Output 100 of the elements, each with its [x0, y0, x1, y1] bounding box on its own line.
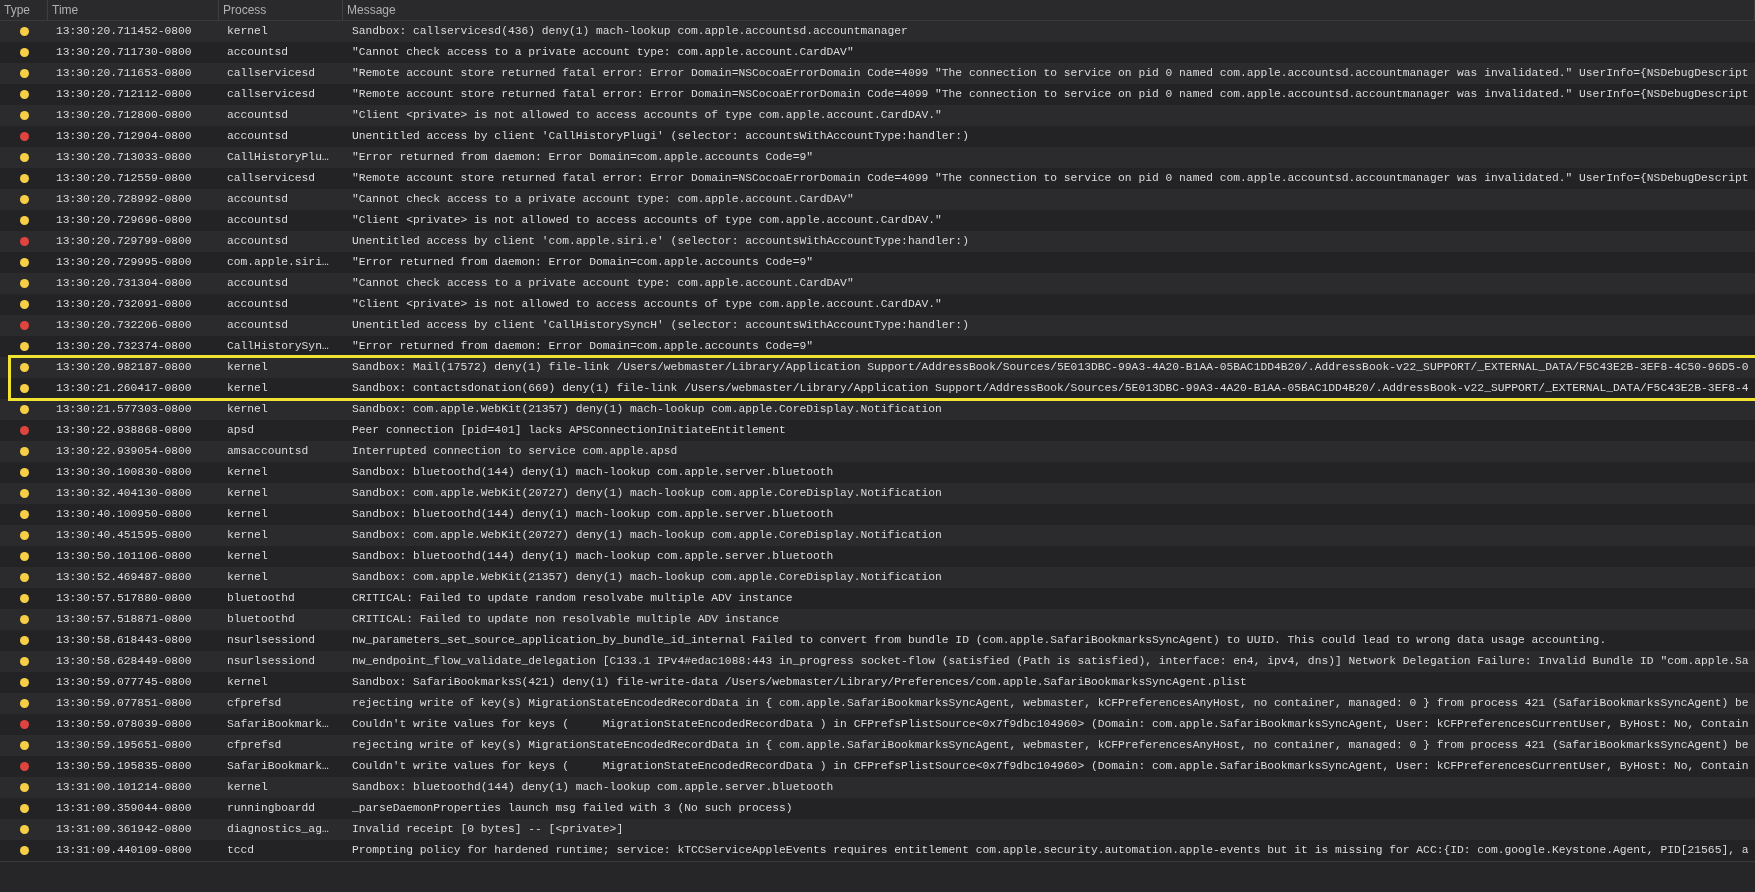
log-row[interactable]: 13:30:22.939054-0800 amsaccountsd Interrupted connection to service com.apple.apsd — [0, 441, 1755, 462]
process-cell: accountsd — [227, 130, 288, 143]
time-cell: 13:30:59.195651-0800 — [56, 739, 192, 752]
process-cell: accountsd — [227, 214, 288, 227]
time-cell: 13:30:20.732206-0800 — [56, 319, 192, 332]
process-cell: callservicesd — [227, 67, 316, 80]
message-cell: Sandbox: com.apple.WebKit(20727) deny(1) mach-lookup com.apple.CoreDisplay.Notification — [352, 487, 942, 500]
message-cell: Sandbox: com.apple.WebKit(21357) deny(1) mach-lookup com.apple.CoreDisplay.Notification — [352, 403, 942, 416]
time-cell: 13:30:20.731304-0800 — [56, 277, 192, 290]
message-cell: Unentitled access by client 'CallHistorySyncH' (selector: accountsWithAccountType:handler:) — [352, 319, 969, 332]
log-row[interactable]: 13:30:40.451595-0800 kernel Sandbox: com.apple.WebKit(20727) deny(1) mach-lookup com.apple.CoreDisplay.Notification — [0, 525, 1755, 546]
log-row[interactable]: 13:31:00.101214-0800 kernel Sandbox: bluetoothd(144) deny(1) mach-lookup com.apple.server.bluetooth — [0, 777, 1755, 798]
log-row[interactable]: 13:30:20.713033-0800 CallHistoryPlu… "Error returned from daemon: Error Domain=com.apple.accounts Code=9" — [0, 147, 1755, 168]
log-row[interactable]: 13:30:20.729799-0800 accountsd Unentitled access by client 'com.apple.siri.e' (selector: accountsWithAccountType:handler:) — [0, 231, 1755, 252]
process-cell: com.apple.siri… — [227, 256, 329, 269]
process-cell: nsurlsessiond — [227, 634, 316, 647]
process-cell: kernel — [227, 550, 268, 563]
time-cell: 13:30:20.711653-0800 — [56, 67, 192, 80]
process-cell: accountsd — [227, 235, 288, 248]
column-header[interactable]: Message — [347, 1, 396, 19]
time-cell: 13:30:58.628449-0800 — [56, 655, 192, 668]
message-cell: Interrupted connection to service com.apple.apsd — [352, 445, 678, 458]
process-cell: accountsd — [227, 46, 288, 59]
time-cell: 13:30:20.732374-0800 — [56, 340, 192, 353]
log-row[interactable] — [0, 357, 1755, 378]
column-header[interactable]: Process — [223, 1, 267, 19]
process-cell: cfprefsd — [227, 739, 282, 752]
time-cell: 13:31:09.440109-0800 — [56, 844, 192, 857]
message-cell: "Error returned from daemon: Error Domain=com.apple.accounts Code=9" — [352, 151, 813, 164]
message-cell: Peer connection [pid=401] lacks APSConnectionInitiateEntitlement — [352, 424, 786, 437]
log-row[interactable] — [0, 693, 1755, 714]
message-cell: rejecting write of key(s) MigrationStateEncodedRecordData in { com.apple.SafariBookmarksSyncAgent, webmaster, kCFPreferencesAnyHost, no container, managed: 0 } from process 421 (SafariBookmarksSyncAgent) be — [352, 739, 1749, 752]
log-row[interactable]: 13:30:32.404130-0800 kernel Sandbox: com.apple.WebKit(20727) deny(1) mach-lookup com.apple.CoreDisplay.Notification — [0, 483, 1755, 504]
message-cell: "Error returned from daemon: Error Domain=com.apple.accounts Code=9" — [352, 256, 813, 269]
message-cell: Sandbox: com.apple.WebKit(20727) deny(1) mach-lookup com.apple.CoreDisplay.Notification — [352, 529, 942, 542]
column-header[interactable]: Type — [4, 1, 30, 19]
log-row[interactable]: 13:30:20.728992-0800 accountsd "Cannot check access to a private account type: com.apple.account.CardDAV" — [0, 189, 1755, 210]
time-cell: 13:30:20.713033-0800 — [56, 151, 192, 164]
log-row[interactable]: 13:30:20.731304-0800 accountsd "Cannot check access to a private account type: com.apple.account.CardDAV" — [0, 273, 1755, 294]
log-row[interactable]: 13:30:20.732206-0800 accountsd Unentitled access by client 'CallHistorySyncH' (selector: accountsWithAccountType:handler:) — [0, 315, 1755, 336]
process-cell: amsaccountsd — [227, 445, 309, 458]
time-cell: 13:30:32.404130-0800 — [56, 487, 192, 500]
log-row[interactable] — [0, 735, 1755, 756]
process-cell: SafariBookmark… — [227, 718, 329, 731]
time-cell: 13:30:59.077745-0800 — [56, 676, 192, 689]
time-cell: 13:30:20.711452-0800 — [56, 25, 192, 38]
time-cell: 13:30:59.195835-0800 — [56, 760, 192, 773]
process-cell: accountsd — [227, 298, 288, 311]
log-row[interactable]: 13:30:20.711452-0800 kernel Sandbox: callservicesd(436) deny(1) mach-lookup com.apple.accountsd.accountmanager — [0, 21, 1755, 42]
log-row[interactable]: 13:30:21.577303-0800 kernel Sandbox: com.apple.WebKit(21357) deny(1) mach-lookup com.apple.CoreDisplay.Notification — [0, 399, 1755, 420]
log-row[interactable]: 13:30:20.712800-0800 accountsd "Client <private> is not allowed to access accounts of type com.apple.account.CardDAV." — [0, 105, 1755, 126]
time-cell: 13:30:40.451595-0800 — [56, 529, 192, 542]
message-cell: "Remote account store returned fatal error: Error Domain=NSCocoaErrorDomain Code=4099 "The connection to service on pid 0 named com.apple.accountsd.accountmanager was invalidated." UserInfo={NSDebugDescript — [352, 67, 1749, 80]
message-cell: Sandbox: bluetoothd(144) deny(1) mach-lookup com.apple.server.bluetooth — [352, 508, 834, 521]
message-cell: "Error returned from daemon: Error Domain=com.apple.accounts Code=9" — [352, 340, 813, 353]
process-cell: nsurlsessiond — [227, 655, 316, 668]
process-cell: kernel — [227, 508, 268, 521]
log-row[interactable]: 13:30:57.518871-0800 bluetoothd CRITICAL: Failed to update non resolvable multiple ADV instance — [0, 609, 1755, 630]
message-cell: CRITICAL: Failed to update random resolvabe multiple ADV instance — [352, 592, 793, 605]
process-cell: kernel — [227, 382, 268, 395]
log-row[interactable]: 13:30:52.469487-0800 kernel Sandbox: com.apple.WebKit(21357) deny(1) mach-lookup com.apple.CoreDisplay.Notification — [0, 567, 1755, 588]
process-cell: tccd — [227, 844, 255, 857]
message-cell: CRITICAL: Failed to update non resolvable multiple ADV instance — [352, 613, 780, 626]
time-cell: 13:30:21.577303-0800 — [56, 403, 192, 416]
process-cell: kernel — [227, 25, 268, 38]
time-cell: 13:30:59.077851-0800 — [56, 697, 192, 710]
log-row[interactable] — [0, 63, 1755, 84]
message-cell: Couldn't write values for keys ( MigrationStateEncodedRecordData ) in CFPrefsPlistSource<0x7f9dbc104960> (Domain: com.apple.SafariBookmarksSyncAgent, User: kCFPreferencesCurrentUser, ByHost: No, Contain — [352, 718, 1749, 731]
time-cell: 13:30:20.729799-0800 — [56, 235, 192, 248]
process-cell: CallHistorySyn… — [227, 340, 329, 353]
time-cell: 13:30:20.729696-0800 — [56, 214, 192, 227]
time-cell: 13:31:09.359044-0800 — [56, 802, 192, 815]
message-cell: Unentitled access by client 'CallHistoryPlugi' (selector: accountsWithAccountType:handler:) — [352, 130, 969, 143]
time-cell: 13:30:20.712800-0800 — [56, 109, 192, 122]
message-cell: "Cannot check access to a private account type: com.apple.account.CardDAV" — [352, 46, 854, 59]
message-cell: "Cannot check access to a private account type: com.apple.account.CardDAV" — [352, 277, 854, 290]
message-cell: Sandbox: Mail(17572) deny(1) file-link /Users/webmaster/Library/Application Support/AddressBook/Sources/5E013DBC-99A3-4A20-B1AA-05BAC1DD4B20/.AddressBook-v22_SUPPORT/_EXTERNAL_DATA/F5C43E2B-3EF8-4C50-96D5-0 — [352, 361, 1749, 374]
time-cell: 13:30:20.732091-0800 — [56, 298, 192, 311]
message-cell: "Cannot check access to a private account type: com.apple.account.CardDAV" — [352, 193, 854, 206]
time-cell: 13:30:58.618443-0800 — [56, 634, 192, 647]
time-cell: 13:30:20.711730-0800 — [56, 46, 192, 59]
message-cell: Sandbox: bluetoothd(144) deny(1) mach-lookup com.apple.server.bluetooth — [352, 550, 834, 563]
message-cell: Sandbox: SafariBookmarksS(421) deny(1) file-write-data /Users/webmaster/Library/Preferences/com.apple.SafariBookmarksSyncAgent.plist — [352, 676, 1247, 689]
message-cell: Sandbox: contactsdonation(669) deny(1) file-link /Users/webmaster/Library/Application Support/AddressBook/Sources/5E013DBC-99A3-4A20-B1AA-05BAC1DD4B20/.AddressBook-v22_SUPPORT/_EXTERNAL_DATA/F5C43E2B-3EF8-4 — [352, 382, 1749, 395]
process-cell: accountsd — [227, 193, 288, 206]
message-cell: nw_parameters_set_source_application_by_bundle_id_internal Failed to convert from bundle ID (com.apple.SafariBookmarksSyncAgent) to UUID. This could lead to wrong data usage accounting. — [352, 634, 1607, 647]
time-cell: 13:30:30.100830-0800 — [56, 466, 192, 479]
message-cell: "Remote account store returned fatal error: Error Domain=NSCocoaErrorDomain Code=4099 "The connection to service on pid 0 named com.apple.accountsd.accountmanager was invalidated." UserInfo={NSDebugDescript — [352, 88, 1749, 101]
log-row[interactable] — [0, 651, 1755, 672]
log-row[interactable]: 13:31:09.361942-0800 diagnostics_ag… Invalid receipt [0 bytes] -- [<private>] — [0, 819, 1755, 840]
message-cell: Sandbox: com.apple.WebKit(21357) deny(1) mach-lookup com.apple.CoreDisplay.Notification — [352, 571, 942, 584]
column-header[interactable]: Time — [52, 1, 79, 19]
time-cell: 13:30:20.729995-0800 — [56, 256, 192, 269]
process-cell: CallHistoryPlu… — [227, 151, 329, 164]
message-cell: "Client <private> is not allowed to access accounts of type com.apple.account.CardDAV." — [352, 298, 942, 311]
time-cell: 13:30:57.517880-0800 — [56, 592, 192, 605]
process-cell: accountsd — [227, 319, 288, 332]
time-cell: 13:30:20.712904-0800 — [56, 130, 192, 143]
process-cell: callservicesd — [227, 88, 316, 101]
message-cell: nw_endpoint_flow_validate_delegation [C133.1 IPv4#edac1088:443 in_progress socket-flow (satisfied (Path is satisfied), interface: en4, ipv4, dns)] Network Delegation Failure: Invalid Bundle ID "com.apple.Sa — [352, 655, 1749, 668]
